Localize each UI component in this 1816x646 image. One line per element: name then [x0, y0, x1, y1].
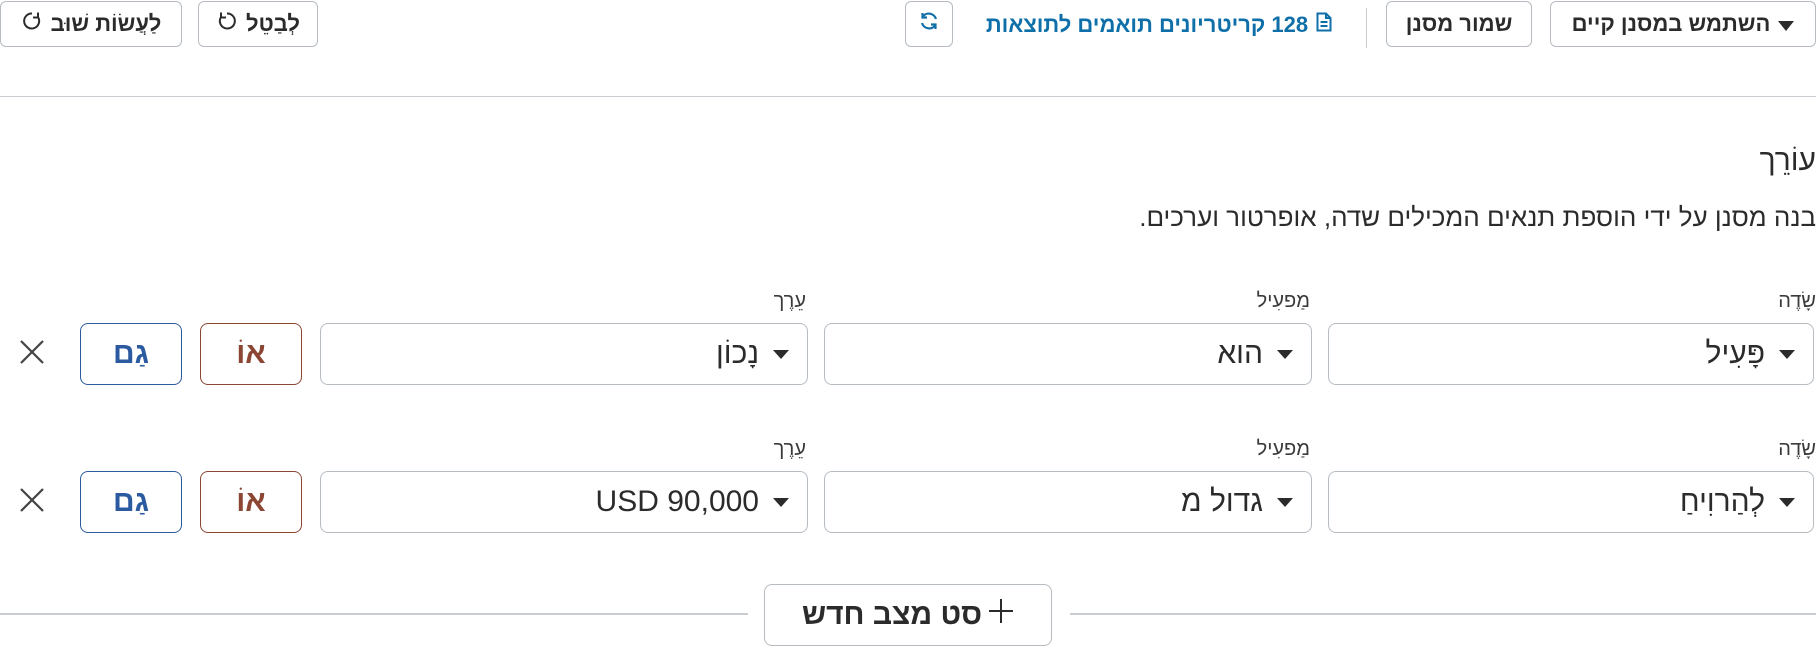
close-icon [19, 487, 45, 518]
matching-results-link[interactable]: 128 קריטריונים תואמים לתוצאות [966, 8, 1352, 42]
close-icon [19, 339, 45, 370]
remove-condition-button[interactable] [17, 339, 47, 369]
value-select[interactable]: נָכוֹן [320, 323, 808, 385]
value-label: עֵרֶך [773, 438, 806, 460]
cancel-label: לְבַטֵל [246, 11, 300, 36]
field-select[interactable]: פָּעִיל [1328, 323, 1814, 385]
operator-value: גדול מ [1181, 485, 1263, 518]
value-value: 90,000 USD [595, 485, 759, 518]
refresh-icon [918, 10, 940, 38]
or-button[interactable]: אוֹ [200, 323, 302, 385]
caret-down-icon [773, 349, 789, 359]
remove-condition-button[interactable] [17, 487, 47, 517]
operator-label: מַפעִיל [1256, 290, 1310, 312]
filter-editor-page: השתמש במסנן קיים שמור מסנן 128 קריטריוני… [0, 0, 1816, 646]
toolbar-divider-line [0, 96, 1816, 97]
plus-icon [988, 598, 1014, 632]
operator-label: מַפעִיל [1256, 438, 1310, 460]
caret-down-icon [1277, 497, 1293, 507]
divider-line-left [0, 613, 748, 615]
or-button[interactable]: אוֹ [200, 471, 302, 533]
caret-down-icon [773, 497, 789, 507]
and-button[interactable]: גַם [80, 471, 182, 533]
matching-results-label: 128 קריטריונים תואמים לתוצאות [985, 12, 1309, 37]
caret-down-icon [1779, 349, 1795, 359]
operator-select[interactable]: הוא [824, 323, 1312, 385]
field-select[interactable]: לְהַרוִיחַ [1328, 471, 1814, 533]
field-value: לְהַרוִיחַ [1679, 485, 1765, 518]
divider-line-right [1070, 613, 1816, 615]
toolbar-divider [1366, 8, 1367, 48]
value-value: נָכוֹן [715, 337, 759, 370]
editor-description: בנה מסנן על ידי הוספת תנאים המכילים שדה,… [1139, 202, 1816, 232]
use-existing-filter-dropdown[interactable]: השתמש במסנן קיים [1550, 1, 1816, 47]
add-condition-set-button[interactable]: סט מצב חדש [764, 584, 1052, 646]
undo-icon [216, 10, 238, 38]
value-select[interactable]: 90,000 USD [320, 471, 808, 533]
operator-value: הוא [1217, 337, 1263, 370]
field-label: שָׂדֶה [1778, 438, 1816, 460]
save-filter-label: שמור מסנן [1405, 11, 1513, 36]
document-icon [1316, 12, 1332, 38]
caret-down-icon [1779, 497, 1795, 507]
editor-title: עוֹרֵך [1759, 144, 1816, 177]
field-label: שָׂדֶה [1778, 290, 1816, 312]
operator-select[interactable]: גדול מ [824, 471, 1312, 533]
cancel-button[interactable]: לְבַטֵל [198, 1, 318, 47]
redo-icon [21, 10, 43, 38]
add-condition-set-label: סט מצב חדש [801, 598, 983, 631]
and-button[interactable]: גַם [80, 323, 182, 385]
use-existing-filter-label: השתמש במסנן קיים [1571, 11, 1771, 36]
caret-down-icon [1778, 11, 1795, 37]
redo-label: לַעֲשׂוֹת שׁוּב [50, 11, 162, 36]
redo-button[interactable]: לַעֲשׂוֹת שׁוּב [0, 1, 182, 47]
field-value: פָּעִיל [1705, 337, 1765, 370]
value-label: עֵרֶך [773, 290, 806, 312]
save-filter-button[interactable]: שמור מסנן [1386, 1, 1532, 47]
caret-down-icon [1277, 349, 1293, 359]
refresh-button[interactable] [905, 1, 953, 47]
